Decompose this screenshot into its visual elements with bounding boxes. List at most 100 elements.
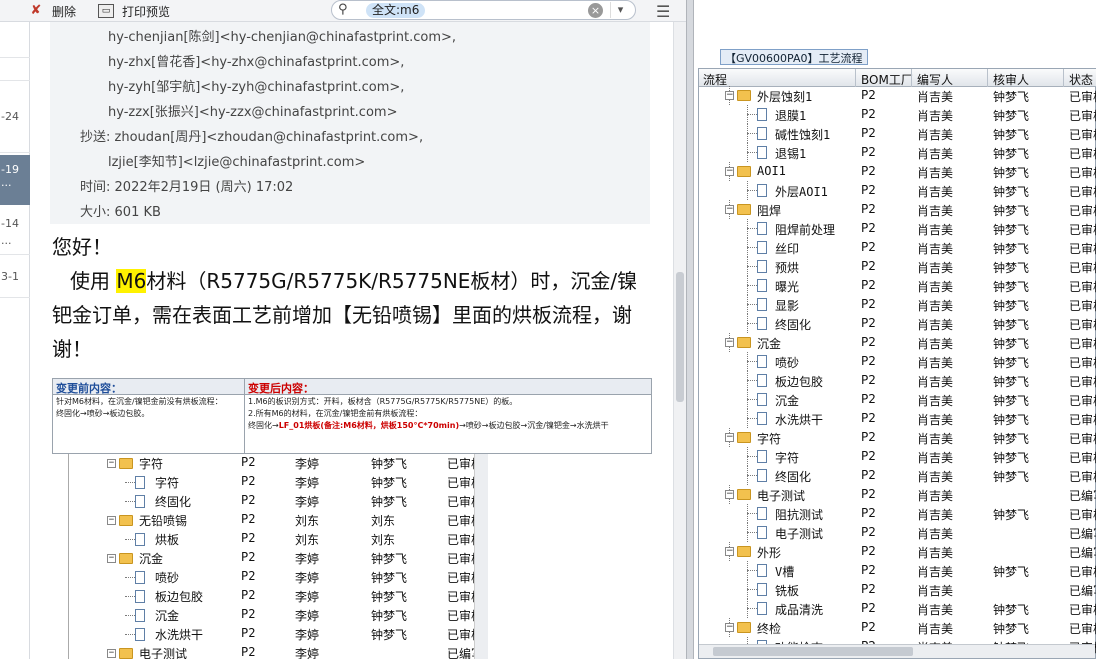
process-name: 预烘	[775, 261, 800, 275]
tree-group-row[interactable]: − 外形 P2 肖吉美 已编写	[699, 542, 1096, 561]
print-preview-label: 打印预览	[122, 4, 171, 19]
mail-list-date[interactable]: 3-1	[0, 270, 30, 283]
embedded-group-row: − 无铅喷锡 P2 刘东 刘东 已审核	[69, 511, 489, 530]
writer: 肖吉美	[917, 90, 954, 104]
body-pre: 使用	[70, 269, 117, 293]
delete-icon: ✘	[30, 3, 42, 18]
menu-list-icon[interactable]: ☰	[656, 2, 670, 21]
to-recipient[interactable]: hy-zzx[张振兴]<hy-zzx@chinafastprint.com>	[108, 101, 397, 120]
status: 已审核	[1069, 413, 1096, 427]
folder-icon	[737, 432, 751, 443]
tree-item-row[interactable]: 沉金 P2 肖吉美 钟梦飞 已审核	[699, 390, 1096, 409]
bom-factory: P2	[861, 278, 876, 292]
horizontal-scrollbar[interactable]	[699, 644, 1095, 658]
collapse-icon[interactable]: −	[725, 433, 734, 442]
document-icon	[757, 127, 767, 140]
bom-factory: P2	[861, 601, 876, 615]
to-recipient[interactable]: hy-zyh[邹宇航]<hy-zyh@chinafastprint.com>,	[108, 76, 404, 95]
collapse-icon[interactable]: −	[725, 205, 734, 214]
mail-scrollbar-thumb[interactable]	[676, 272, 684, 402]
writer: 李婷	[295, 457, 320, 471]
tree-group-row[interactable]: − 阻焊 P2 肖吉美 钟梦飞 已审核	[699, 200, 1096, 219]
horizontal-scrollbar-thumb[interactable]	[713, 647, 913, 656]
mail-list[interactable]: -24 -19 ... -14 ... 3-1	[0, 22, 30, 659]
bom-factory: P2	[861, 145, 876, 159]
status: 已审核	[1069, 223, 1096, 237]
folder-icon	[119, 458, 133, 469]
tree-item-row[interactable]: 终固化 P2 肖吉美 钟梦飞 已审核	[699, 314, 1096, 333]
after-title: 变更后内容：	[245, 379, 651, 395]
tree-item-row[interactable]: 曝光 P2 肖吉美 钟梦飞 已审核	[699, 276, 1096, 295]
mail-scrollbar[interactable]	[673, 22, 686, 659]
embedded-group-row: − 字符 P2 李婷 钟梦飞 已审核	[69, 454, 489, 473]
reviewer: 钟梦飞	[993, 603, 1030, 617]
process-tree-grid[interactable]: 流程 BOM工厂 编写人 核审人 状态 −外层蚀刻1P2肖吉美钟梦飞已审核退膜1…	[698, 68, 1096, 659]
cc-recipient[interactable]: zhoudan[周丹]<zhoudan@chinafastprint.com>,	[115, 130, 424, 145]
bom-factory: P2	[861, 297, 876, 311]
tree-item-row[interactable]: 字符 P2 肖吉美 钟梦飞 已审核	[699, 447, 1096, 466]
tree-item-row[interactable]: 水洗烘干 P2 肖吉美 钟梦飞 已审核	[699, 409, 1096, 428]
to-recipient[interactable]: hy-chenjian[陈剑]<hy-chenjian@chinafastpri…	[108, 26, 456, 45]
collapse-icon[interactable]: −	[725, 623, 734, 632]
tree-group-row[interactable]: − 终检 P2 肖吉美 钟梦飞 已审核	[699, 618, 1096, 637]
print-preview-button[interactable]: ▭ 打印预览	[98, 2, 170, 20]
body-paragraph: 使用 M6材料（R5775G/R5775K/R5775NE板材）时，沉金/镍钯金…	[52, 264, 652, 366]
tree-item-row[interactable]: 退锡1 P2 肖吉美 钟梦飞 已审核	[699, 143, 1096, 162]
tree-item-row[interactable]: 显影 P2 肖吉美 钟梦飞 已审核	[699, 295, 1096, 314]
bom-factory: P2	[241, 645, 256, 659]
tree-item-row[interactable]: 阻焊前处理 P2 肖吉美 钟梦飞 已审核	[699, 219, 1096, 238]
tree-group-row[interactable]: − 沉金 P2 肖吉美 钟梦飞 已审核	[699, 333, 1096, 352]
tree-group-row[interactable]: − AOI1 P2 肖吉美 钟梦飞 已审核	[699, 162, 1096, 181]
collapse-icon[interactable]: −	[725, 338, 734, 347]
tree-item-row[interactable]: V槽 P2 肖吉美 钟梦飞 已审核	[699, 561, 1096, 580]
tree-group-row[interactable]: − 电子测试 P2 肖吉美 已编写	[699, 485, 1096, 504]
clear-search-icon[interactable]: ×	[588, 3, 603, 18]
embedded-process-tree: − 字符 P2 李婷 钟梦飞 已审核 字符 P2 李婷 钟梦飞 已审核 终固化 P2 李婷 钟梦飞 已审核 − 无…	[68, 454, 508, 659]
window-divider[interactable]	[686, 0, 694, 659]
status: 已编写	[1069, 546, 1096, 560]
reviewer: 钟梦飞	[993, 242, 1030, 256]
tree-item-row[interactable]: 碱性蚀刻1 P2 肖吉美 钟梦飞 已审核	[699, 124, 1096, 143]
process-name: 终固化	[775, 318, 812, 332]
tree-item-row[interactable]: 铣板 P2 肖吉美 已编写	[699, 580, 1096, 599]
tree-group-row[interactable]: − 字符 P2 肖吉美 钟梦飞 已审核	[699, 428, 1096, 447]
chevron-down-icon[interactable]: ▾	[610, 2, 630, 18]
collapse-icon[interactable]: −	[725, 547, 734, 556]
before-title: 变更前内容：	[53, 379, 244, 395]
tree-item-row[interactable]: 预烘 P2 肖吉美 钟梦飞 已审核	[699, 257, 1096, 276]
tree-item-row[interactable]: 板边包胶 P2 肖吉美 钟梦飞 已审核	[699, 371, 1096, 390]
size-label: 大小:	[80, 205, 111, 220]
reviewer: 钟梦飞	[993, 318, 1030, 332]
tree-item-row[interactable]: 丝印 P2 肖吉美 钟梦飞 已审核	[699, 238, 1096, 257]
tree-item-row[interactable]: 成品清洗 P2 肖吉美 钟梦飞 已审核	[699, 599, 1096, 618]
search-input[interactable]: ⚲ 全文:m6 × ▾	[331, 0, 636, 20]
collapse-icon[interactable]: −	[725, 91, 734, 100]
mail-list-date[interactable]: -14	[0, 217, 30, 230]
process-name: 显影	[775, 299, 800, 313]
collapse-icon[interactable]: −	[725, 490, 734, 499]
delete-button[interactable]: ✘ 删除	[28, 2, 76, 20]
cc-recipient[interactable]: lzjie[李知节]<lzjie@chinafastprint.com>	[108, 151, 365, 170]
process-name: 字符	[139, 457, 164, 471]
embedded-scrollbar	[474, 454, 488, 659]
reviewer: 钟梦飞	[993, 565, 1030, 579]
tree-item-row[interactable]: 电子测试 P2 肖吉美 已编写	[699, 523, 1096, 542]
mail-list-item-selected[interactable]: -19 ...	[0, 155, 30, 205]
tree-item-row[interactable]: 喷砂 P2 肖吉美 钟梦飞 已审核	[699, 352, 1096, 371]
search-filter-chip[interactable]: 全文:m6	[366, 3, 426, 18]
status: 已审核	[1069, 90, 1096, 104]
reviewer: 钟梦飞	[993, 622, 1030, 636]
collapse-icon[interactable]: −	[725, 167, 734, 176]
status: 已审核	[1069, 603, 1096, 617]
writer: 肖吉美	[917, 603, 954, 617]
tree-item-row[interactable]: 退膜1 P2 肖吉美 钟梦飞 已审核	[699, 105, 1096, 124]
reviewer: 钟梦飞	[993, 337, 1030, 351]
to-recipient[interactable]: hy-zhx[曾花香]<hy-zhx@chinafastprint.com>,	[108, 51, 404, 70]
mail-list-date[interactable]: -24	[0, 110, 30, 123]
tree-item-row[interactable]: 阻抗测试 P2 肖吉美 钟梦飞 已审核	[699, 504, 1096, 523]
tree-item-row[interactable]: 终固化 P2 肖吉美 钟梦飞 已审核	[699, 466, 1096, 485]
reviewer: 钟梦飞	[993, 185, 1030, 199]
tree-item-row[interactable]: 外层AOI1 P2 肖吉美 钟梦飞 已审核	[699, 181, 1096, 200]
folder-icon	[737, 90, 751, 101]
tree-group-row[interactable]: − 外层蚀刻1 P2 肖吉美 钟梦飞 已审核	[699, 86, 1096, 105]
